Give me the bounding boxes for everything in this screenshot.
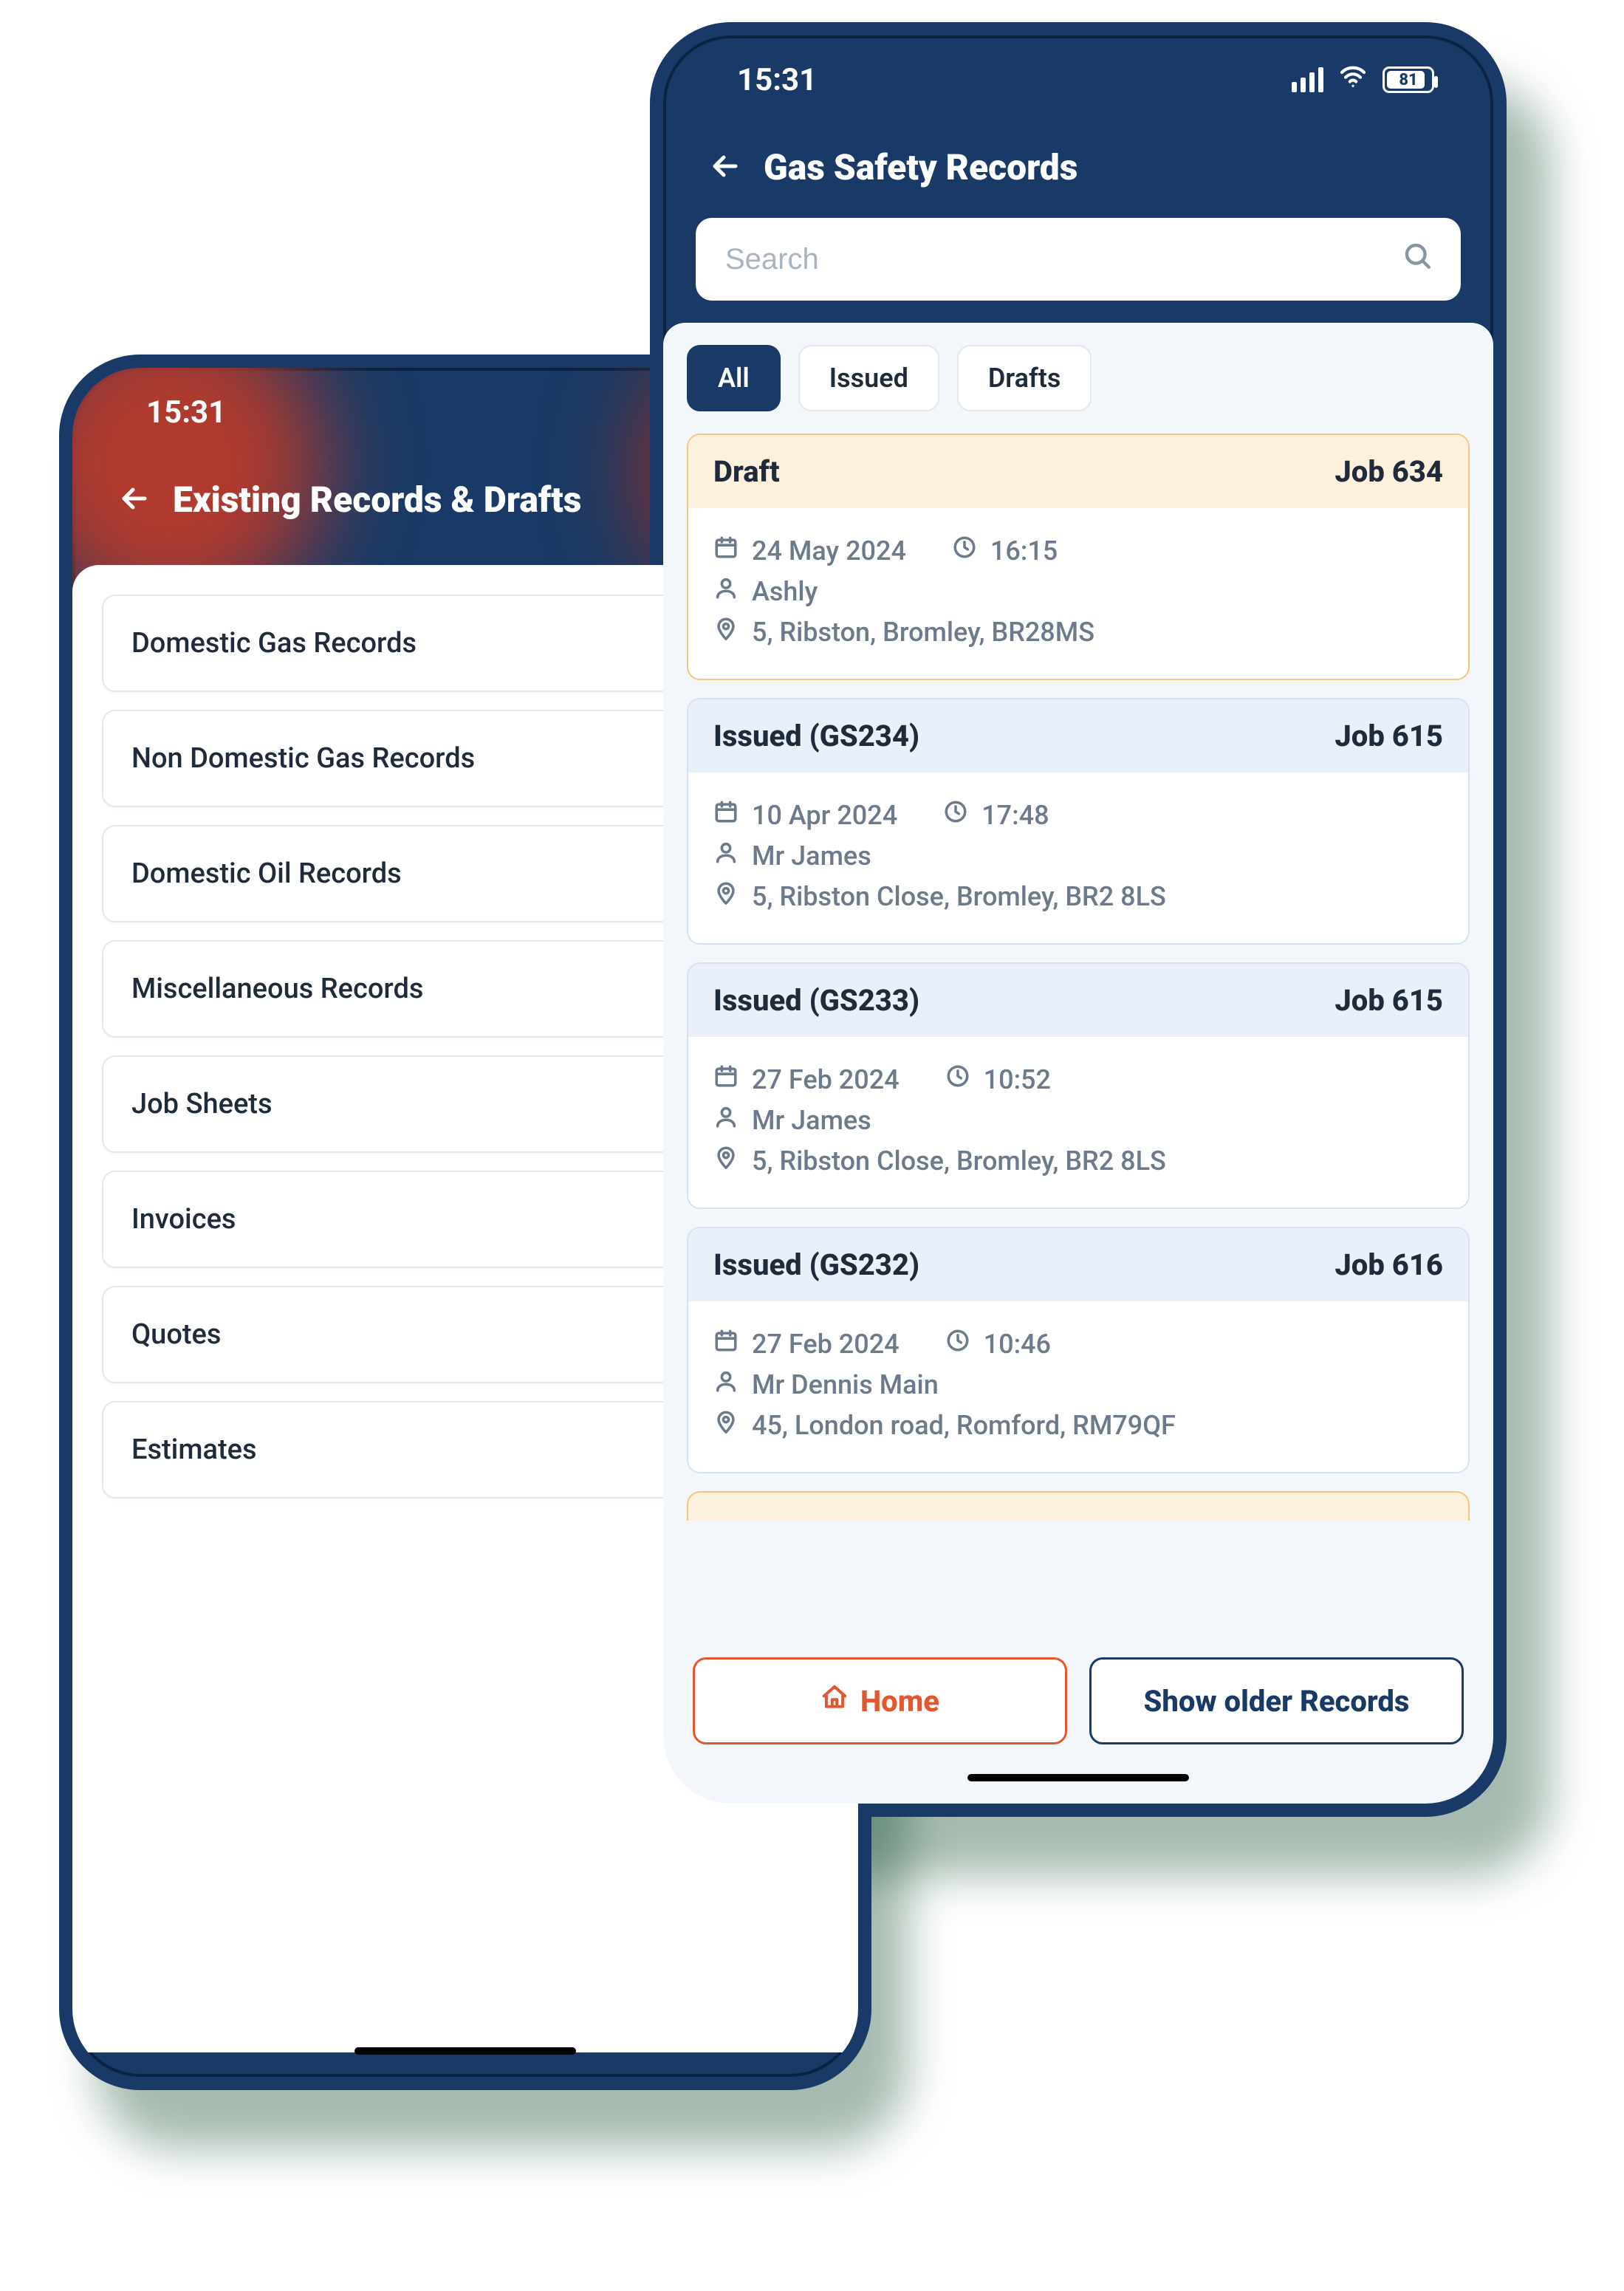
record-body: 24 May 2024 16:15 Ashly 5, Ribston, Brom… <box>688 508 1468 679</box>
calendar-icon <box>713 535 739 566</box>
wifi-icon <box>1338 61 1368 99</box>
status-time: 15:31 <box>146 394 226 431</box>
person-icon <box>713 840 739 871</box>
back-arrow-icon[interactable] <box>707 148 743 187</box>
tab-all[interactable]: All <box>687 345 781 411</box>
record-address: 45, London road, Romford, RM79QF <box>752 1410 1176 1441</box>
back-arrow-icon[interactable] <box>117 481 152 519</box>
record-body: 10 Apr 2024 17:48 Mr James 5, Ribston Cl… <box>688 773 1468 943</box>
older-records-button[interactable]: Show older Records <box>1089 1657 1464 1744</box>
record-date: 27 Feb 2024 <box>752 1064 900 1095</box>
record-address: 5, Ribston Close, Bromley, BR2 8LS <box>752 881 1166 912</box>
search-box <box>696 218 1461 301</box>
record-date: 10 Apr 2024 <box>752 800 897 831</box>
home-button[interactable]: Home <box>693 1657 1067 1744</box>
record-person: Ashly <box>752 576 818 607</box>
record-time: 10:52 <box>984 1064 1051 1095</box>
search-input[interactable] <box>724 242 1291 277</box>
record-card[interactable]: Draft Job 634 24 May 2024 16:15 Ashly <box>687 434 1470 680</box>
page-title: Existing Records & Drafts <box>173 479 581 521</box>
calendar-icon <box>713 1328 739 1360</box>
phone-2: 15:31 81 Gas Safety Records All Issued <box>650 22 1507 1817</box>
record-header: Issued (GS233) Job 615 <box>688 964 1468 1037</box>
record-status: Issued (GS234) <box>713 719 919 753</box>
record-header: Draft Job 634 <box>688 435 1468 508</box>
signal-icon <box>1292 67 1323 92</box>
location-icon <box>713 616 739 648</box>
clock-icon <box>952 535 977 566</box>
record-card[interactable]: Issued (GS232) Job 616 27 Feb 2024 10:46… <box>687 1227 1470 1473</box>
record-person: Mr James <box>752 840 871 871</box>
search-wrap <box>663 218 1493 323</box>
record-body: 27 Feb 2024 10:46 Mr Dennis Main 45, Lon… <box>688 1301 1468 1472</box>
location-icon <box>713 1145 739 1177</box>
record-job: Job 634 <box>1335 454 1443 489</box>
location-icon <box>713 880 739 912</box>
record-header: Issued (GS234) Job 615 <box>688 699 1468 773</box>
status-icons: 81 <box>1292 61 1434 99</box>
record-body: 27 Feb 2024 10:52 Mr James 5, Ribston Cl… <box>688 1037 1468 1208</box>
tabs: All Issued Drafts <box>687 345 1470 411</box>
header: Gas Safety Records <box>663 124 1493 218</box>
location-icon <box>713 1409 739 1441</box>
main-panel: All Issued Drafts Draft Job 634 24 May 2… <box>663 323 1493 1795</box>
record-job: Job 616 <box>1335 1247 1443 1282</box>
clock-icon <box>945 1064 970 1095</box>
search-icon[interactable] <box>1402 240 1433 278</box>
record-header: Issued (GS232) Job 616 <box>688 1228 1468 1301</box>
record-address: 5, Ribston, Bromley, BR28MS <box>752 617 1094 648</box>
calendar-icon <box>713 799 739 831</box>
person-icon <box>713 575 739 607</box>
person-icon <box>713 1104 739 1136</box>
person-icon <box>713 1369 739 1400</box>
record-job: Job 615 <box>1335 719 1443 753</box>
home-indicator-icon <box>967 1774 1189 1781</box>
calendar-icon <box>713 1064 739 1095</box>
record-date: 27 Feb 2024 <box>752 1329 900 1360</box>
record-date: 24 May 2024 <box>752 535 906 566</box>
battery-icon: 81 <box>1383 66 1434 93</box>
record-status: Issued (GS232) <box>713 1247 919 1282</box>
record-time: 16:15 <box>990 535 1058 566</box>
page-title: Gas Safety Records <box>764 146 1077 188</box>
tab-drafts[interactable]: Drafts <box>957 345 1092 411</box>
record-job: Job 615 <box>1335 983 1443 1018</box>
home-label: Home <box>860 1684 939 1719</box>
clock-icon <box>945 1328 970 1360</box>
status-bar: 15:31 81 <box>663 35 1493 124</box>
tab-issued[interactable]: Issued <box>798 345 939 411</box>
status-time: 15:31 <box>737 62 817 98</box>
record-status: Issued (GS233) <box>713 983 919 1018</box>
record-person: Mr Dennis Main <box>752 1369 939 1400</box>
record-card[interactable]: Issued (GS233) Job 615 27 Feb 2024 10:52… <box>687 962 1470 1209</box>
record-card-peek <box>687 1491 1470 1521</box>
older-label: Show older Records <box>1144 1684 1410 1719</box>
record-status: Draft <box>713 454 780 489</box>
clock-icon <box>943 799 968 831</box>
record-time: 17:48 <box>981 800 1049 831</box>
home-icon <box>820 1683 849 1719</box>
record-address: 5, Ribston Close, Bromley, BR2 8LS <box>752 1146 1166 1177</box>
record-time: 10:46 <box>984 1329 1051 1360</box>
record-person: Mr James <box>752 1105 871 1136</box>
home-indicator-icon <box>354 2047 576 2055</box>
record-card[interactable]: Issued (GS234) Job 615 10 Apr 2024 17:48… <box>687 698 1470 945</box>
